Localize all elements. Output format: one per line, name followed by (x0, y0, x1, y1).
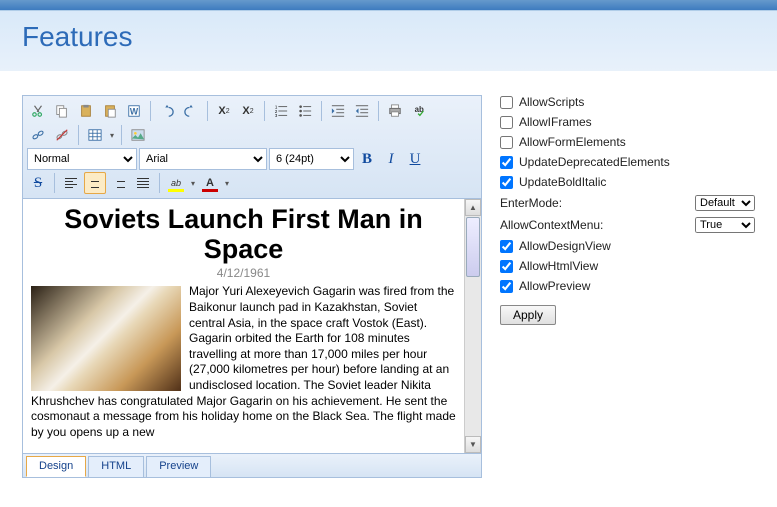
allow-html-view-label: AllowHtmlView (519, 259, 755, 273)
fontcolor-dropdown-icon[interactable]: ▾ (223, 172, 231, 194)
enter-mode-label: EnterMode: (500, 196, 691, 210)
page-title: Features (22, 21, 755, 53)
highlight-dropdown-icon[interactable]: ▾ (189, 172, 197, 194)
separator (264, 101, 265, 121)
indent-icon[interactable] (327, 100, 349, 122)
align-left-icon[interactable] (60, 172, 82, 194)
ordered-list-icon[interactable]: 123 (270, 100, 292, 122)
allow-context-menu-select[interactable]: True (695, 217, 755, 233)
separator (150, 101, 151, 121)
align-justify-icon[interactable] (132, 172, 154, 194)
editor-content-area[interactable]: Soviets Launch First Man in Space 4/12/1… (23, 199, 464, 453)
top-accent-bar (0, 0, 777, 10)
separator (207, 101, 208, 121)
redo-icon[interactable] (180, 100, 202, 122)
spellcheck-icon[interactable]: ab (408, 100, 430, 122)
allow-form-elements-label: AllowFormElements (519, 135, 755, 149)
separator (54, 173, 55, 193)
underline-button[interactable]: U (404, 148, 426, 170)
update-deprecated-checkbox[interactable] (500, 156, 513, 169)
view-tabs: Design HTML Preview (22, 454, 482, 478)
paste-word-icon[interactable]: W (123, 100, 145, 122)
scroll-up-icon[interactable]: ▲ (465, 199, 481, 216)
font-color-icon[interactable]: A (199, 172, 221, 194)
scroll-down-icon[interactable]: ▼ (465, 436, 481, 453)
scroll-track-fill (465, 278, 481, 436)
separator (78, 125, 79, 145)
subscript-icon[interactable]: X2 (237, 100, 259, 122)
allow-design-view-label: AllowDesignView (519, 239, 755, 253)
italic-button[interactable]: I (380, 148, 402, 170)
svg-text:3: 3 (275, 113, 278, 118)
font-size-select[interactable]: 6 (24pt) (269, 148, 354, 170)
separator (378, 101, 379, 121)
toolbar: W X2 X2 123 ab (22, 95, 482, 199)
insert-image-icon[interactable] (127, 124, 149, 146)
tab-html[interactable]: HTML (88, 456, 144, 477)
article-date: 4/12/1961 (31, 266, 456, 280)
allow-iframes-checkbox[interactable] (500, 116, 513, 129)
separator (159, 173, 160, 193)
block-format-select[interactable]: Normal (27, 148, 137, 170)
superscript-icon[interactable]: X2 (213, 100, 235, 122)
align-center-icon[interactable] (84, 172, 106, 194)
paste-icon[interactable] (75, 100, 97, 122)
undo-icon[interactable] (156, 100, 178, 122)
separator (321, 101, 322, 121)
table-dropdown-icon[interactable]: ▾ (108, 124, 116, 146)
apply-button[interactable]: Apply (500, 305, 556, 325)
allow-context-menu-label: AllowContextMenu: (500, 218, 691, 232)
copy-icon[interactable] (51, 100, 73, 122)
font-family-select[interactable]: Arial (139, 148, 267, 170)
editor-panel: W X2 X2 123 ab (22, 95, 482, 478)
header: Features (0, 10, 777, 71)
unordered-list-icon[interactable] (294, 100, 316, 122)
allow-iframes-label: AllowIFrames (519, 115, 755, 129)
svg-text:W: W (130, 107, 139, 117)
separator (121, 125, 122, 145)
article-headline: Soviets Launch First Man in Space (31, 205, 456, 264)
tab-preview[interactable]: Preview (146, 456, 211, 477)
options-panel: AllowScripts AllowIFrames AllowFormEleme… (500, 95, 755, 325)
paste-text-icon[interactable] (99, 100, 121, 122)
article-body: Major Yuri Alexeyevich Gagarin was fired… (31, 284, 456, 440)
highlight-color-icon[interactable]: ab (165, 172, 187, 194)
allow-scripts-label: AllowScripts (519, 95, 755, 109)
link-icon[interactable] (27, 124, 49, 146)
allow-design-view-checkbox[interactable] (500, 240, 513, 253)
update-deprecated-label: UpdateDeprecatedElements (519, 155, 755, 169)
bold-button[interactable]: B (356, 148, 378, 170)
update-bold-italic-checkbox[interactable] (500, 176, 513, 189)
scroll-thumb[interactable] (466, 217, 480, 277)
print-icon[interactable] (384, 100, 406, 122)
insert-table-icon[interactable] (84, 124, 106, 146)
align-right-icon[interactable] (108, 172, 130, 194)
outdent-icon[interactable] (351, 100, 373, 122)
allow-scripts-checkbox[interactable] (500, 96, 513, 109)
enter-mode-select[interactable]: Default (695, 195, 755, 211)
article-image (31, 286, 181, 391)
allow-html-view-checkbox[interactable] (500, 260, 513, 273)
unlink-icon[interactable] (51, 124, 73, 146)
allow-preview-checkbox[interactable] (500, 280, 513, 293)
update-bold-italic-label: UpdateBoldItalic (519, 175, 755, 189)
tab-design[interactable]: Design (26, 456, 86, 477)
cut-icon[interactable] (27, 100, 49, 122)
allow-form-elements-checkbox[interactable] (500, 136, 513, 149)
scrollbar[interactable]: ▲ ▼ (464, 199, 481, 453)
allow-preview-label: AllowPreview (519, 279, 755, 293)
strike-button[interactable]: S (27, 172, 49, 194)
